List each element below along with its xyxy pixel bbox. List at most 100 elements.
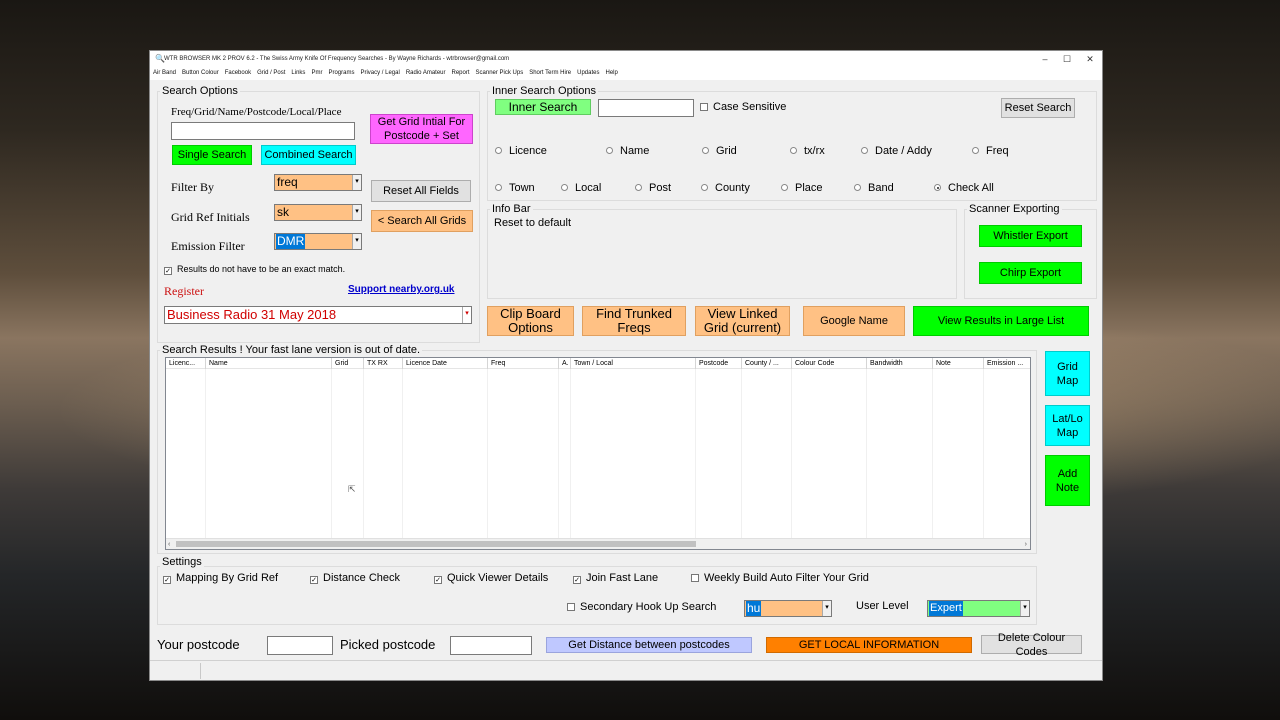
column-header[interactable]: Bandwidth (867, 358, 933, 369)
menu-help[interactable]: Help (605, 70, 617, 76)
view-large-list-button[interactable]: View Results in Large List (913, 306, 1089, 336)
user-level-combo[interactable]: Expert ▾ (927, 600, 1030, 617)
menu-updates[interactable]: Updates (577, 70, 599, 76)
hookup-combo[interactable]: hu ▾ (744, 600, 832, 617)
view-linked-grid-button[interactable]: View Linked Grid (current) (695, 306, 790, 336)
chevron-down-icon: ▾ (822, 601, 831, 616)
column-header[interactable]: Grid (332, 358, 364, 369)
case-sensitive-checkbox[interactable]: Case Sensitive (700, 101, 786, 113)
mapping-checkbox[interactable]: ✓ Mapping By Grid Ref (163, 572, 278, 584)
fast-lane-checkbox[interactable]: ✓ Join Fast Lane (573, 572, 658, 584)
menu-short-term-hire[interactable]: Short Term Hire (529, 70, 571, 76)
menu-links[interactable]: Links (291, 70, 305, 76)
radio-icon (701, 184, 708, 191)
add-note-button[interactable]: Add Note (1045, 455, 1090, 506)
radio-label: Freq (986, 145, 1009, 157)
get-local-information-button[interactable]: GET LOCAL INFORMATION (766, 637, 972, 653)
radio-band[interactable]: Band (854, 182, 894, 194)
radio-grid[interactable]: Grid (702, 145, 737, 157)
maximize-button[interactable]: ☐ (1055, 51, 1079, 67)
close-button[interactable]: ✕ (1078, 51, 1102, 67)
radio-post[interactable]: Post (635, 182, 671, 194)
radio-town[interactable]: Town (495, 182, 535, 194)
user-level-label: User Level (856, 600, 909, 612)
radio-check-all[interactable]: Check All (934, 182, 994, 194)
grid-initial-button[interactable]: Get Grid Intial For Postcode + Set (370, 114, 473, 144)
single-search-button[interactable]: Single Search (172, 145, 252, 165)
weekly-build-checkbox[interactable]: Weekly Build Auto Filter Your Grid (691, 572, 869, 584)
column-header[interactable]: Emission ... (984, 358, 1030, 369)
radio-freq[interactable]: Freq (972, 145, 1009, 157)
menu-radio-amateur[interactable]: Radio Amateur (406, 70, 446, 76)
menu-pmr[interactable]: Pmr (311, 70, 322, 76)
grid-map-button[interactable]: Grid Map (1045, 351, 1090, 396)
menu-air-band[interactable]: Air Band (153, 70, 176, 76)
chirp-export-button[interactable]: Chirp Export (979, 262, 1082, 284)
whistler-export-button[interactable]: Whistler Export (979, 225, 1082, 247)
radio-txrx[interactable]: tx/rx (790, 145, 825, 157)
results-title: Search Results ! Your fast lane version … (160, 344, 423, 356)
support-link[interactable]: Support nearby.org.uk (348, 284, 455, 295)
column-header[interactable]: TX RX (364, 358, 403, 369)
inner-search-button[interactable]: Inner Search (495, 99, 591, 115)
register-link[interactable]: Register (164, 284, 204, 299)
exact-match-checkbox[interactable]: ✓ Results do not have to be an exact matc… (164, 263, 345, 275)
google-name-button[interactable]: Google Name (803, 306, 905, 336)
column-header[interactable]: Colour Code (792, 358, 867, 369)
hookup-value: hu (746, 601, 762, 616)
menu-facebook[interactable]: Facebook (225, 70, 251, 76)
reset-search-button[interactable]: Reset Search (1001, 98, 1075, 118)
grid-column-line (570, 369, 571, 539)
radio-local[interactable]: Local (561, 182, 601, 194)
title-bar: 🔍 WTR BROWSER MK 2 PROV 6.2 - The Swiss … (150, 51, 1102, 67)
grid-ref-combo[interactable]: sk ▾ (274, 204, 362, 221)
search-all-grids-button[interactable]: < Search All Grids (371, 210, 473, 232)
column-header[interactable]: Licenc... (166, 358, 206, 369)
radio-label: County (715, 182, 750, 194)
results-grid[interactable]: Licenc... Name Grid TX RX Licence Date F… (165, 357, 1031, 550)
picked-postcode-input[interactable] (450, 636, 532, 655)
menu-report[interactable]: Report (452, 70, 470, 76)
column-header[interactable]: Note (933, 358, 984, 369)
column-header[interactable]: County / ... (742, 358, 792, 369)
your-postcode-input[interactable] (267, 636, 333, 655)
column-header[interactable]: Town / Local (571, 358, 696, 369)
scroll-left-icon[interactable]: ‹ (168, 539, 170, 549)
radio-name[interactable]: Name (606, 145, 649, 157)
secondary-hookup-checkbox[interactable]: Secondary Hook Up Search (567, 601, 716, 613)
column-header[interactable]: Name (206, 358, 332, 369)
get-distance-button[interactable]: Get Distance between postcodes (546, 637, 752, 653)
radio-icon (972, 147, 979, 154)
menu-button-colour[interactable]: Button Colour (182, 70, 219, 76)
column-header[interactable]: Freq (488, 358, 559, 369)
scrollbar-thumb[interactable] (176, 541, 696, 547)
radio-date-addy[interactable]: Date / Addy (861, 145, 932, 157)
emission-combo[interactable]: DMR ▾ (274, 233, 362, 250)
reset-all-fields-button[interactable]: Reset All Fields (371, 180, 471, 202)
column-header[interactable]: Postcode (696, 358, 742, 369)
horizontal-scrollbar[interactable]: ‹ › (166, 538, 1030, 549)
radio-icon (854, 184, 861, 191)
minimize-button[interactable]: – (1033, 51, 1057, 67)
column-header[interactable]: A. (559, 358, 571, 369)
radio-licence[interactable]: Licence (495, 145, 547, 157)
combined-search-button[interactable]: Combined Search (261, 145, 356, 165)
distance-check-checkbox[interactable]: ✓ Distance Check (310, 572, 400, 584)
column-header[interactable]: Licence Date (403, 358, 488, 369)
menu-programs[interactable]: Programs (328, 70, 354, 76)
quick-viewer-checkbox[interactable]: ✓ Quick Viewer Details (434, 572, 548, 584)
clipboard-options-button[interactable]: Clip Board Options (487, 306, 574, 336)
menu-privacy-legal[interactable]: Privacy / Legal (360, 70, 399, 76)
inner-search-input[interactable] (598, 99, 694, 117)
search-input[interactable] (171, 122, 355, 140)
menu-grid-post[interactable]: Grid / Post (257, 70, 285, 76)
radio-county[interactable]: County (701, 182, 750, 194)
scroll-right-icon[interactable]: › (1025, 539, 1027, 549)
latlo-map-button[interactable]: Lat/Lo Map (1045, 405, 1090, 446)
find-trunked-freqs-button[interactable]: Find Trunked Freqs (582, 306, 686, 336)
news-combo[interactable]: Business Radio 31 May 2018 ▾ (164, 306, 472, 324)
menu-scanner-pick-ups[interactable]: Scanner Pick Ups (476, 70, 524, 76)
filter-by-combo[interactable]: freq ▾ (274, 174, 362, 191)
radio-place[interactable]: Place (781, 182, 823, 194)
delete-colour-codes-button[interactable]: Delete Colour Codes (981, 632, 1082, 658)
